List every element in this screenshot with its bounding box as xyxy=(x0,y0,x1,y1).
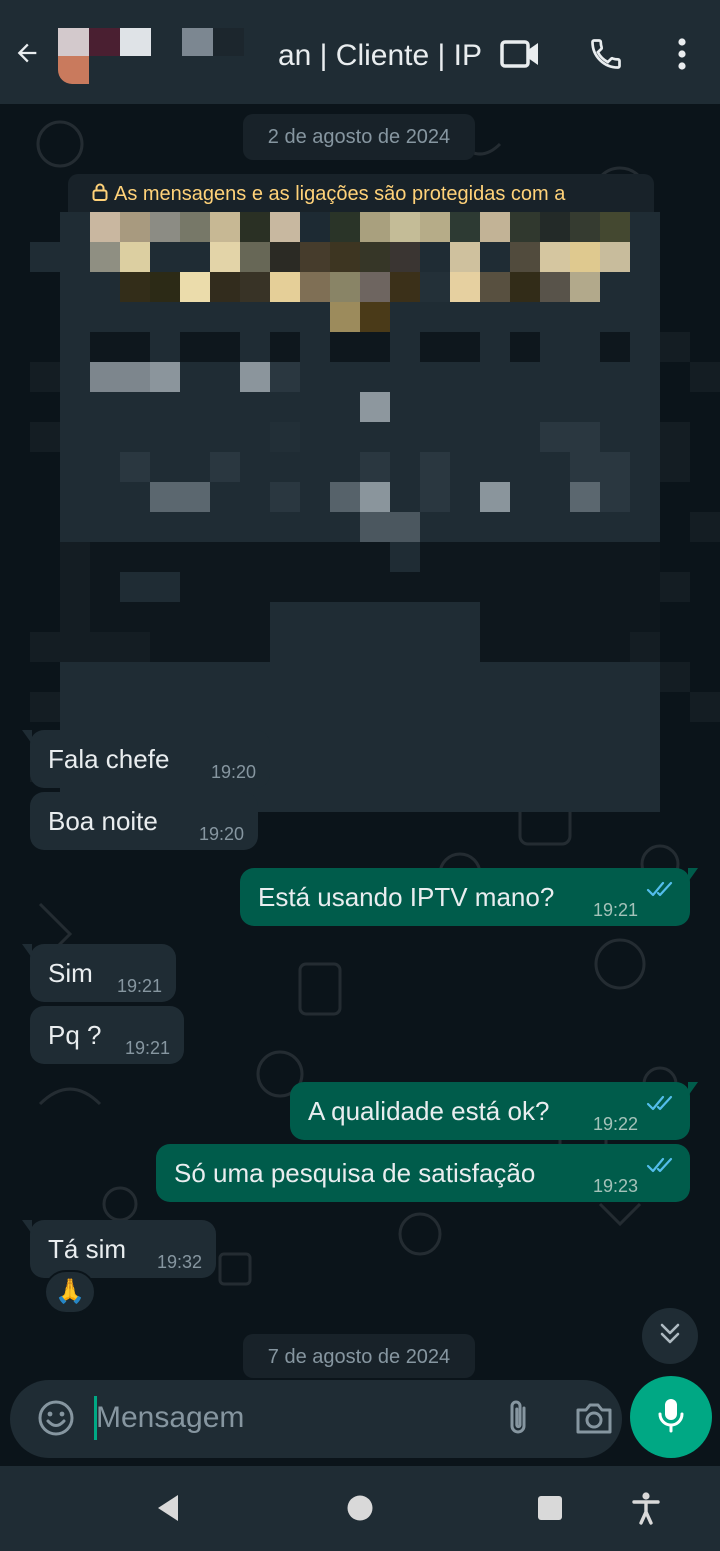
contact-avatar[interactable] xyxy=(58,28,244,84)
message-time: 19:21 xyxy=(592,900,638,920)
bubble-tail xyxy=(22,944,32,958)
voice-call-icon[interactable] xyxy=(586,34,626,74)
back-arrow-icon[interactable] xyxy=(10,36,44,70)
message-input-container[interactable] xyxy=(10,1380,622,1458)
bubble-tail xyxy=(688,1082,698,1096)
message-bubble-incoming[interactable]: Fala chefe 19:20 xyxy=(22,730,270,788)
message-time: 19:23 xyxy=(592,1176,638,1196)
lock-icon xyxy=(92,175,108,214)
date-separator: 7 de agosto de 2024 xyxy=(243,1334,475,1378)
encryption-notice[interactable]: As mensagens e as ligações são protegida… xyxy=(68,174,654,214)
video-call-icon[interactable] xyxy=(500,34,540,74)
message-bubble-incoming[interactable]: Sim 19:21 xyxy=(22,944,176,1002)
camera-icon[interactable] xyxy=(572,1398,616,1438)
date-separator: 2 de agosto de 2024 xyxy=(243,114,475,160)
message-bubble-incoming[interactable]: Boa noite 19:20 xyxy=(30,792,258,850)
nav-home-icon[interactable] xyxy=(340,1488,380,1528)
bubble-tail xyxy=(22,1220,32,1234)
message-text: Só uma pesquisa de satisfação xyxy=(174,1158,536,1188)
bubble-tail xyxy=(22,730,32,744)
message-text: Pq ? xyxy=(48,1020,102,1050)
message-bubble-incoming[interactable]: Pq ? 19:21 xyxy=(30,1006,184,1064)
accessibility-icon[interactable] xyxy=(626,1488,666,1528)
nav-back-icon[interactable] xyxy=(148,1488,188,1528)
nav-recents-icon[interactable] xyxy=(530,1488,570,1528)
message-text: Sim xyxy=(48,958,93,988)
message-time: 19:21 xyxy=(116,976,162,996)
message-time: 19:20 xyxy=(210,762,256,782)
message-bubble-outgoing[interactable]: A qualidade está ok? 19:22 xyxy=(290,1082,698,1140)
message-text: Boa noite xyxy=(48,806,158,836)
scroll-to-bottom-button[interactable] xyxy=(642,1308,698,1364)
message-text: Está usando IPTV mano? xyxy=(258,882,555,912)
message-time: 19:22 xyxy=(592,1114,638,1134)
message-reaction[interactable]: 🙏 xyxy=(44,1270,96,1314)
message-text: A qualidade está ok? xyxy=(308,1096,550,1126)
read-ticks-icon xyxy=(646,1074,676,1132)
more-options-icon[interactable] xyxy=(662,34,702,74)
message-text: Fala chefe xyxy=(48,744,170,774)
microphone-button[interactable] xyxy=(630,1376,712,1458)
praying-hands-emoji: 🙏 xyxy=(55,1278,85,1305)
encryption-notice-text: As mensagens e as ligações são protegida… xyxy=(114,183,566,205)
read-ticks-icon xyxy=(646,1136,676,1194)
message-list[interactable]: 2 de agosto de 2024 As mensagens e as li… xyxy=(0,104,720,1380)
attach-icon[interactable] xyxy=(500,1398,536,1438)
message-text: Tá sim xyxy=(48,1234,126,1264)
read-ticks-icon xyxy=(646,860,676,918)
bubble-tail xyxy=(688,868,698,882)
message-bubble-incoming[interactable]: Tá sim 19:32 xyxy=(22,1220,216,1278)
system-navigation-bar xyxy=(0,1466,720,1551)
message-input[interactable] xyxy=(96,1392,486,1444)
emoji-icon[interactable] xyxy=(36,1398,76,1438)
microphone-icon xyxy=(656,1397,686,1438)
message-composer xyxy=(0,1376,720,1466)
message-time: 19:21 xyxy=(124,1038,170,1058)
double-chevron-down-icon xyxy=(657,1321,683,1352)
message-bubble-outgoing[interactable]: Está usando IPTV mano? 19:21 xyxy=(240,868,698,926)
contact-name[interactable]: an | Cliente | IP xyxy=(250,36,482,76)
message-time: 19:20 xyxy=(198,824,244,844)
message-time: 19:32 xyxy=(156,1252,202,1272)
message-bubble-outgoing[interactable]: Só uma pesquisa de satisfação 19:23 xyxy=(156,1144,690,1202)
chat-header: an | Cliente | IP xyxy=(0,0,720,104)
